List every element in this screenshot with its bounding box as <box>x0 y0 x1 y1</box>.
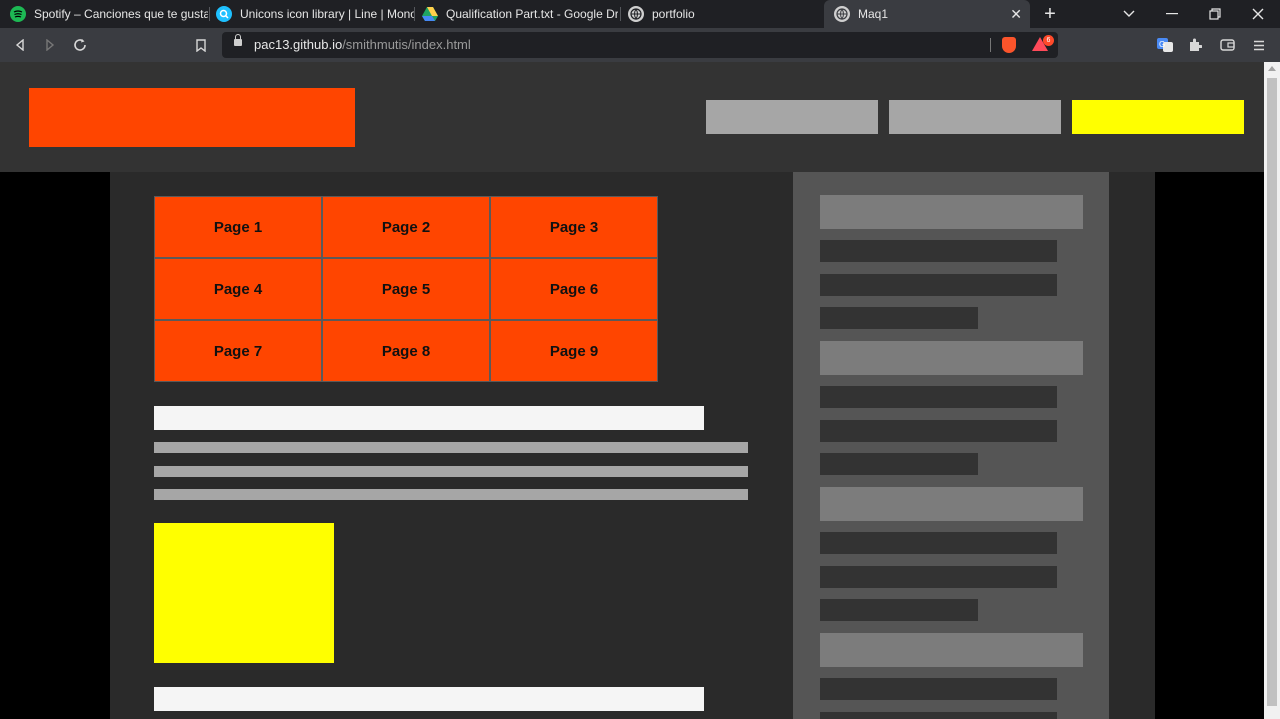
tab-maq1[interactable]: Maq1 ✕ <box>824 0 1030 28</box>
sidebar-item-placeholder[interactable] <box>820 420 1057 442</box>
sidebar-heading-placeholder <box>820 633 1083 667</box>
wallet-icon[interactable] <box>1216 34 1238 56</box>
extensions-icon[interactable] <box>1184 34 1206 56</box>
tab-title: portfolio <box>652 7 695 21</box>
url-text[interactable]: pac13.github.io/smithmutis/index.html <box>254 37 471 52</box>
sidebar-item-placeholder[interactable] <box>820 274 1057 296</box>
globe-icon <box>628 6 644 22</box>
translate-icon[interactable]: G <box>1154 34 1176 56</box>
sidebar-item-placeholder[interactable] <box>820 678 1057 700</box>
menu-icon[interactable] <box>1248 34 1270 56</box>
browser-toolbar: pac13.github.io/smithmutis/index.html 6 … <box>0 28 1280 62</box>
tab-title: Qualification Part.txt - Google Driv <box>446 7 618 21</box>
nav-button-1[interactable] <box>706 100 878 134</box>
bookmark-icon[interactable] <box>190 34 212 56</box>
sidebar-item-placeholder[interactable] <box>820 599 978 621</box>
main-content: Page 1 Page 2 Page 3 Page 4 Page 5 Page … <box>110 172 1155 719</box>
scrollbar-thumb[interactable] <box>1267 78 1277 706</box>
address-bar[interactable]: pac13.github.io/smithmutis/index.html 6 <box>222 32 1058 58</box>
page-link-4[interactable]: Page 4 <box>155 259 321 319</box>
page-link-2[interactable]: Page 2 <box>323 197 489 257</box>
nav-button-3[interactable] <box>1072 100 1244 134</box>
back-icon[interactable] <box>9 34 31 56</box>
svg-text:G: G <box>1159 40 1165 49</box>
sidebar-item-placeholder[interactable] <box>820 240 1057 262</box>
tab-title: Maq1 <box>858 7 889 21</box>
forward-icon[interactable] <box>39 34 61 56</box>
page-grid: Page 1 Page 2 Page 3 Page 4 Page 5 Page … <box>154 196 658 382</box>
page-link-6[interactable]: Page 6 <box>491 259 657 319</box>
url-host: pac13.github.io <box>254 37 343 52</box>
tab-title: Unicons icon library | Line | Monoc <box>240 7 414 21</box>
page-link-8[interactable]: Page 8 <box>323 321 489 381</box>
sidebar-item-placeholder[interactable] <box>820 566 1057 588</box>
text-line-placeholder <box>154 442 748 453</box>
tab-title: Spotify – Canciones que te gustan <box>34 7 208 21</box>
reload-icon[interactable] <box>69 34 91 56</box>
tab-unicons[interactable]: Unicons icon library | Line | Monoc <box>206 0 414 28</box>
unicons-icon <box>216 6 232 22</box>
scroll-up-icon[interactable] <box>1268 66 1276 71</box>
heading-placeholder <box>154 687 704 711</box>
sidebar-heading-placeholder <box>820 195 1083 229</box>
lock-icon[interactable] <box>234 34 242 46</box>
page-link-3[interactable]: Page 3 <box>491 197 657 257</box>
page-link-5[interactable]: Page 5 <box>323 259 489 319</box>
page-scrollbar[interactable] <box>1264 62 1280 719</box>
url-path: /smithmutis/index.html <box>342 37 471 52</box>
sidebar-item-placeholder[interactable] <box>820 532 1057 554</box>
site-header <box>0 62 1264 172</box>
heading-placeholder <box>154 406 704 430</box>
close-tab-icon[interactable]: ✕ <box>1010 6 1022 23</box>
sidebar-item-placeholder[interactable] <box>820 307 978 329</box>
sidebar-heading-placeholder <box>820 341 1083 375</box>
tab-google-drive[interactable]: Qualification Part.txt - Google Driv <box>412 0 618 28</box>
close-window-icon[interactable] <box>1236 0 1280 28</box>
sidebar-item-placeholder[interactable] <box>820 453 978 475</box>
text-line-placeholder <box>154 466 748 477</box>
browser-tab-bar: Spotify – Canciones que te gustan Unicon… <box>0 0 1280 28</box>
brave-shields-icon[interactable] <box>1002 37 1016 53</box>
minimize-icon[interactable] <box>1150 0 1194 28</box>
spotify-icon <box>10 6 26 22</box>
tab-spotify[interactable]: Spotify – Canciones que te gustan <box>0 0 208 28</box>
page-link-1[interactable]: Page 1 <box>155 197 321 257</box>
page-link-7[interactable]: Page 7 <box>155 321 321 381</box>
page-link-9[interactable]: Page 9 <box>491 321 657 381</box>
google-drive-icon <box>422 6 438 22</box>
tab-search-icon[interactable] <box>1107 0 1151 28</box>
image-placeholder <box>154 523 334 663</box>
restore-icon[interactable] <box>1193 0 1237 28</box>
sidebar-heading-placeholder <box>820 487 1083 521</box>
logo-block[interactable] <box>29 88 355 147</box>
sidebar-item-placeholder[interactable] <box>820 712 1057 719</box>
sidebar <box>793 172 1109 719</box>
text-line-placeholder <box>154 489 748 500</box>
sidebar-item-placeholder[interactable] <box>820 386 1057 408</box>
nav-button-2[interactable] <box>889 100 1061 134</box>
address-divider <box>990 38 991 52</box>
tab-portfolio[interactable]: portfolio <box>618 0 824 28</box>
globe-icon <box>834 6 850 22</box>
web-page: Page 1 Page 2 Page 3 Page 4 Page 5 Page … <box>0 62 1264 719</box>
rewards-badge: 6 <box>1043 35 1054 46</box>
new-tab-button[interactable]: + <box>1028 0 1072 28</box>
